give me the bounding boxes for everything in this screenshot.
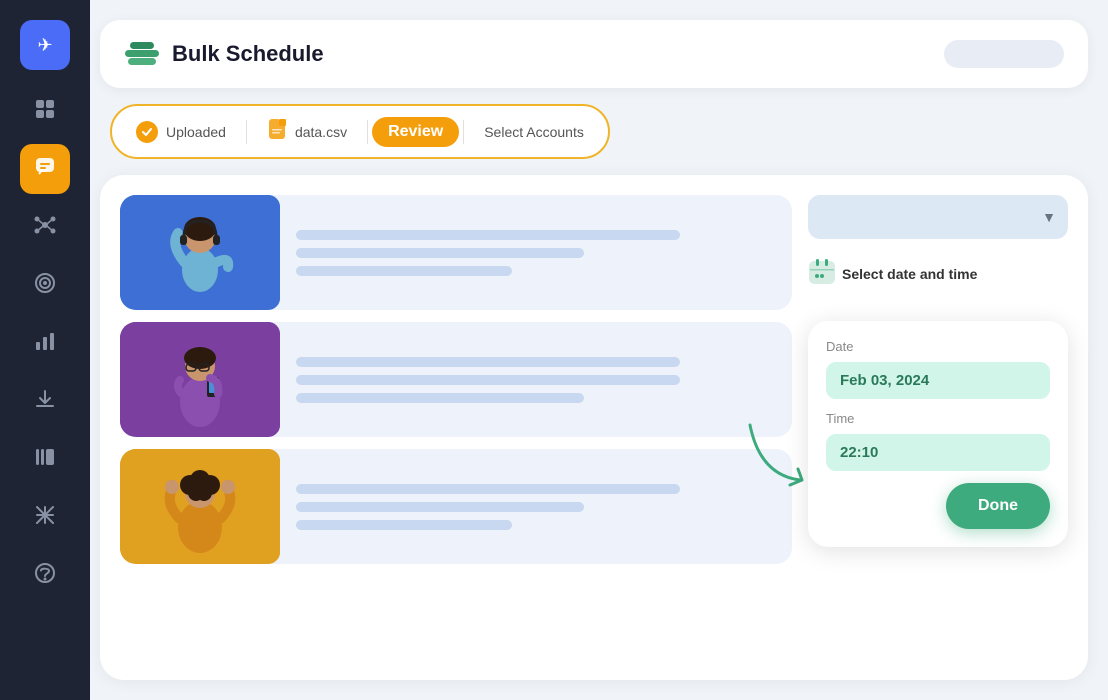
post-item-3	[120, 449, 792, 564]
post-item-1	[120, 195, 792, 310]
post-content-3	[280, 449, 792, 564]
time-label: Time	[826, 411, 1050, 426]
sidebar-item-library[interactable]	[20, 434, 70, 484]
content-line	[296, 520, 512, 530]
dropdown-placeholder[interactable]: ▼	[808, 195, 1068, 239]
sidebar-item-download[interactable]	[20, 376, 70, 426]
step-divider-1	[246, 120, 247, 144]
steps-bar: Uploaded data.csv Review Select Acc	[110, 104, 610, 159]
page-title: Bulk Schedule	[172, 41, 324, 67]
logo-icon	[124, 36, 160, 72]
content-line	[296, 375, 680, 385]
calendar-icon	[808, 257, 836, 291]
post-item-2	[120, 322, 792, 437]
step-uploaded[interactable]: Uploaded	[120, 115, 242, 149]
content-line	[296, 266, 512, 276]
step-review[interactable]: Review	[372, 117, 459, 147]
step-select-accounts[interactable]: Select Accounts	[468, 118, 600, 146]
content-line	[296, 393, 584, 403]
right-panel: ▼	[808, 195, 1068, 660]
step-file-label: data.csv	[295, 124, 347, 140]
grid-icon	[35, 99, 55, 124]
content-line	[296, 484, 680, 494]
step-review-label: Review	[388, 123, 443, 141]
datetime-card: Date Feb 03, 2024 Time 22:10 Done	[808, 321, 1068, 547]
sidebar-item-chart[interactable]	[20, 318, 70, 368]
sidebar-item-support[interactable]	[20, 550, 70, 600]
step-divider-3	[463, 120, 464, 144]
chat-icon	[34, 156, 56, 183]
post-image-1	[120, 195, 280, 310]
step-select-accounts-label: Select Accounts	[484, 124, 584, 140]
sidebar-item-target[interactable]	[20, 260, 70, 310]
nav-icon: ✈	[37, 35, 52, 56]
sidebar-item-nav[interactable]: ✈	[20, 20, 70, 70]
header-card: Bulk Schedule	[100, 20, 1088, 88]
content-line	[296, 502, 584, 512]
sidebar-item-tools[interactable]	[20, 492, 70, 542]
chevron-down-icon: ▼	[1042, 209, 1056, 225]
date-value: Feb 03, 2024	[826, 362, 1050, 399]
chart-icon	[34, 330, 56, 357]
posts-list	[120, 195, 792, 660]
done-button[interactable]: Done	[946, 483, 1050, 529]
sidebar-item-chat[interactable]	[20, 144, 70, 194]
post-content-1	[280, 195, 792, 310]
content-line	[296, 248, 584, 258]
download-icon	[34, 388, 56, 415]
date-label: Date	[826, 339, 1050, 354]
sidebar-item-nodes[interactable]	[20, 202, 70, 252]
header-left: Bulk Schedule	[124, 36, 324, 72]
post-image-3	[120, 449, 280, 564]
done-row: Done	[826, 475, 1050, 529]
sidebar: ✈	[0, 0, 90, 700]
step-file[interactable]: data.csv	[251, 112, 363, 151]
tools-icon	[34, 504, 56, 531]
content-line	[296, 357, 680, 367]
step-check-icon	[136, 121, 158, 143]
sidebar-item-grid[interactable]	[20, 86, 70, 136]
support-icon	[34, 562, 56, 589]
header-pill	[944, 40, 1064, 68]
library-icon	[34, 446, 56, 473]
target-icon	[34, 272, 56, 299]
post-image-2	[120, 322, 280, 437]
select-dt-label: Select date and time	[842, 266, 977, 282]
content-line	[296, 230, 680, 240]
select-dt-hint: Select date and time	[808, 257, 1068, 291]
nodes-icon	[34, 214, 56, 241]
step-divider-2	[367, 120, 368, 144]
main-content: Bulk Schedule Uploaded	[90, 0, 1108, 700]
time-value: 22:10	[826, 434, 1050, 471]
content-card: ▼	[100, 175, 1088, 680]
file-icon	[267, 118, 287, 145]
step-uploaded-label: Uploaded	[166, 124, 226, 140]
post-content-2	[280, 322, 792, 437]
